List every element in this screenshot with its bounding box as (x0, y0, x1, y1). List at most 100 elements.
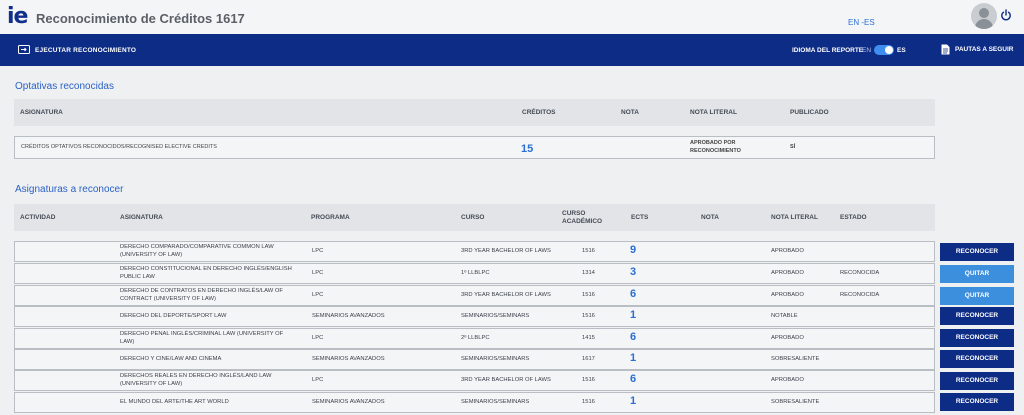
table-row: DERECHO PENAL INGLÉS/CRIMINAL LAW (UNIVE… (14, 328, 935, 349)
row-asignatura-line1: DERECHO DEL DEPORTE/SPORT LAW (120, 313, 227, 319)
col-nota: NOTA (701, 214, 719, 221)
row-programa: LPC (312, 270, 324, 276)
row-programa: LPC (312, 377, 324, 383)
quitar-button[interactable]: QUITAR (940, 265, 1014, 283)
row-estado: RECONOCIDA (840, 270, 880, 276)
col-publicado: PUBLICADO (790, 109, 829, 116)
optativa-nota-literal-2: RECONOCIMIENTO (690, 148, 741, 154)
col-programa: PROGRAMA (311, 214, 350, 221)
row-asignatura-line2: (UNIVERSITY OF LAW) (120, 252, 183, 258)
report-language-label: IDIOMA DEL REPORTE (792, 47, 864, 54)
row-asignatura-line1: DERECHO Y CINE/LAW AND CINEMA (120, 356, 222, 362)
optativa-nota-literal-1: APROBADO POR (690, 140, 736, 146)
top-bar: ie Reconocimiento de Créditos 1617 EN -E… (0, 0, 1024, 34)
row-curso: SEMINARIOS/SEMINARS (461, 356, 530, 362)
asignaturas-title: Asignaturas a reconocer (15, 184, 124, 195)
row-ects: 3 (630, 266, 637, 278)
row-estado: RECONOCIDA (840, 292, 880, 298)
row-programa: LPC (312, 335, 324, 341)
row-programa: SEMINARIOS AVANZADOS (312, 313, 385, 319)
page-title: Reconocimiento de Créditos 1617 (36, 11, 245, 26)
reconocer-button[interactable]: RECONOCER (940, 372, 1014, 390)
col-nota: NOTA (621, 109, 639, 116)
document-icon (941, 44, 950, 55)
quitar-button[interactable]: QUITAR (940, 287, 1014, 305)
row-curso-academico: 1516 (582, 248, 595, 254)
row-curso-academico: 1415 (582, 335, 595, 341)
table-row: DERECHO CONSTITUCIONAL EN DERECHO INGLÉS… (14, 263, 935, 284)
col-actividad: ACTIVIDAD (20, 214, 56, 221)
row-curso: SEMINARIOS/SEMINARS (461, 313, 530, 319)
reconocer-button[interactable]: RECONOCER (940, 350, 1014, 368)
row-programa: SEMINARIOS AVANZADOS (312, 356, 385, 362)
report-language-toggle[interactable] (874, 45, 894, 55)
col-nota-literal: NOTA LITERAL (690, 109, 737, 116)
reconocer-button[interactable]: RECONOCER (940, 329, 1014, 347)
lang-es-link[interactable]: ES (864, 18, 875, 27)
row-ects: 9 (630, 244, 637, 256)
optativas-table-header: ASIGNATURA CRÉDITOS NOTA NOTA LITERAL PU… (14, 99, 935, 126)
row-nota-literal: APROBADO (771, 270, 804, 276)
row-curso: 1º LLBLPC (461, 270, 490, 276)
toggle-es-label: ES (897, 47, 906, 54)
table-row: DERECHO COMPARADO/COMPARATIVE COMMON LAW… (14, 241, 935, 262)
row-programa: LPC (312, 292, 324, 298)
row-asignatura-line1: EL MUNDO DEL ARTE/THE ART WORLD (120, 399, 229, 405)
row-nota-literal: NOTABLE (771, 313, 798, 319)
col-ects: ECTS (631, 214, 649, 221)
row-asignatura-line2: CONTRACT (UNIVERSITY OF LAW) (120, 296, 216, 302)
row-asignatura-line2: PUBLIC LAW (120, 274, 155, 280)
guidelines-button[interactable]: PAUTAS A SEGUIR (941, 44, 1014, 55)
row-curso: 3RD YEAR BACHELOR OF LAWS (461, 377, 551, 383)
row-asignatura-line2: (UNIVERSITY OF LAW) (120, 381, 183, 387)
table-row: DERECHOS REALES EN DERECHO INGLÉS/LAND L… (14, 370, 935, 391)
optativa-creditos: 15 (521, 143, 534, 155)
col-asignatura: ASIGNATURA (120, 214, 163, 221)
row-ects: 6 (630, 373, 637, 385)
row-ects: 1 (630, 309, 637, 321)
user-avatar[interactable] (971, 3, 997, 29)
asignaturas-table-header: ACTIVIDAD ASIGNATURA PROGRAMA CURSO CURS… (14, 204, 935, 231)
row-curso-academico: 1516 (582, 313, 595, 319)
row-asignatura-line1: DERECHO COMPARADO/COMPARATIVE COMMON LAW (120, 244, 274, 250)
main-navbar: EJECUTAR RECONOCIMIENTO IDIOMA DEL REPOR… (0, 34, 1024, 66)
power-icon[interactable] (1000, 9, 1012, 21)
col-estado: ESTADO (840, 214, 867, 221)
row-nota-literal: SOBRESALIENTE (771, 399, 820, 405)
optativas-row: CRÉDITOS OPTATIVOS RECONOCIDOS/RECOGNISE… (14, 136, 935, 159)
execute-recognition-label: EJECUTAR RECONOCIMIENTO (35, 46, 137, 54)
table-row: EL MUNDO DEL ARTE/THE ART WORLD SEMINARI… (14, 392, 935, 413)
row-ects: 6 (630, 288, 637, 300)
toggle-en-label: EN (862, 47, 872, 54)
col-asignatura: ASIGNATURA (20, 109, 63, 116)
row-nota-literal: APROBADO (771, 248, 804, 254)
execute-recognition-button[interactable]: EJECUTAR RECONOCIMIENTO (18, 45, 136, 55)
row-ects: 1 (630, 352, 637, 364)
row-asignatura-line1: DERECHO DE CONTRATOS EN DERECHO INGLÉS/L… (120, 288, 283, 294)
language-switch: EN -ES (848, 18, 875, 27)
col-curso: CURSO (461, 214, 485, 221)
optativa-asignatura: CRÉDITOS OPTATIVOS RECONOCIDOS/RECOGNISE… (21, 144, 217, 150)
row-curso: SEMINARIOS/SEMINARS (461, 399, 530, 405)
reconocer-button[interactable]: RECONOCER (940, 243, 1014, 261)
col-nota-literal: NOTA LITERAL (771, 214, 818, 221)
row-nota-literal: APROBADO (771, 335, 804, 341)
reconocer-button[interactable]: RECONOCER (940, 393, 1014, 411)
row-programa: LPC (312, 248, 324, 254)
col-curso-academico-2: ACADÉMICO (562, 218, 603, 225)
reconocer-button[interactable]: RECONOCER (940, 307, 1014, 325)
row-nota-literal: APROBADO (771, 377, 804, 383)
row-nota-literal: APROBADO (771, 292, 804, 298)
row-asignatura-line2: LAW) (120, 339, 135, 345)
row-curso: 2º LLBLPC (461, 335, 490, 341)
row-curso-academico: 1617 (582, 356, 595, 362)
row-curso-academico: 1516 (582, 292, 595, 298)
col-curso-academico-1: CURSO (562, 210, 586, 217)
lang-en-link[interactable]: EN (848, 18, 859, 27)
col-creditos: CRÉDITOS (522, 109, 556, 116)
optativas-title: Optativas reconocidas (15, 81, 114, 92)
table-row: DERECHO DE CONTRATOS EN DERECHO INGLÉS/L… (14, 285, 935, 306)
row-asignatura-line1: DERECHO CONSTITUCIONAL EN DERECHO INGLÉS… (120, 266, 292, 272)
optativa-publicado: SÍ (790, 144, 796, 150)
row-ects: 1 (630, 395, 637, 407)
